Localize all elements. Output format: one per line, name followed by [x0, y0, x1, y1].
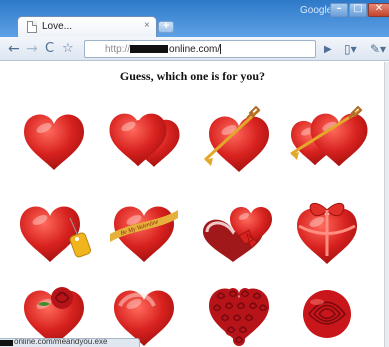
- tab-love[interactable]: Love... ×: [17, 16, 157, 37]
- heart-rose-image[interactable]: [14, 278, 94, 347]
- minimize-icon: –: [336, 3, 342, 14]
- rose-flower-image[interactable]: [287, 278, 367, 347]
- reload-button[interactable]: C: [45, 40, 54, 58]
- heart-plain-image[interactable]: [14, 104, 94, 176]
- tab-title: Love...: [42, 21, 73, 32]
- url-scheme: http://: [105, 44, 131, 55]
- page-menu-button[interactable]: ▯▾: [344, 40, 357, 58]
- heart-shine-image[interactable]: [104, 278, 184, 347]
- minimize-button[interactable]: –: [330, 3, 348, 17]
- heart-gift-box-image[interactable]: [199, 196, 279, 268]
- heart-tag-image[interactable]: [14, 196, 94, 268]
- window-corner-label: Google: [300, 5, 333, 16]
- plus-icon: +: [163, 20, 170, 32]
- page-heading: Guess, which one is for you?: [119, 69, 266, 83]
- heart-arrow-image[interactable]: [199, 104, 279, 176]
- heart-bow-image[interactable]: [287, 196, 367, 268]
- go-button[interactable]: ▶: [324, 41, 332, 59]
- heart-double-arrow-image[interactable]: [287, 104, 368, 176]
- browser-window: Google – □ ✕ Love... × + ← → C ☆ http://…: [0, 0, 389, 347]
- url-text: http:// online.com/: [105, 44, 222, 55]
- maximize-button[interactable]: □: [349, 3, 367, 17]
- redacted-block: [130, 45, 169, 53]
- new-tab-button[interactable]: +: [158, 20, 174, 33]
- close-window-button[interactable]: ✕: [368, 3, 389, 17]
- vertical-scrollbar[interactable]: [384, 62, 389, 347]
- text-cursor: [220, 44, 222, 54]
- wrench-menu-button[interactable]: ✎▾: [370, 40, 386, 58]
- close-icon: ✕: [374, 3, 384, 14]
- heart-ribbon-text-image[interactable]: Be My Valentine: [104, 196, 184, 268]
- tab-close-button[interactable]: ×: [144, 20, 150, 31]
- back-button[interactable]: ←: [8, 40, 20, 58]
- window-controls: – □ ✕: [330, 3, 389, 17]
- redacted-block: [0, 340, 13, 346]
- address-bar[interactable]: http:// online.com/: [84, 40, 316, 58]
- page-icon: [27, 21, 37, 33]
- status-url: online.com/meandyou.exe: [14, 338, 108, 346]
- bookmark-star-icon[interactable]: ☆: [62, 40, 74, 58]
- forward-button[interactable]: →: [26, 40, 38, 58]
- heart-of-roses-image[interactable]: [199, 278, 279, 347]
- url-domain: online.com/: [169, 44, 221, 55]
- status-bar: online.com/meandyou.exe: [0, 338, 140, 347]
- title-bar: Google – □ ✕ Love... × +: [0, 0, 389, 37]
- page-content: Guess, which one is for you? Be My Valen…: [0, 62, 385, 347]
- maximize-icon: □: [353, 3, 363, 14]
- toolbar: ← → C ☆ http:// online.com/ ▶ ▯▾ ✎▾: [0, 37, 389, 61]
- heart-double-image[interactable]: [104, 104, 184, 176]
